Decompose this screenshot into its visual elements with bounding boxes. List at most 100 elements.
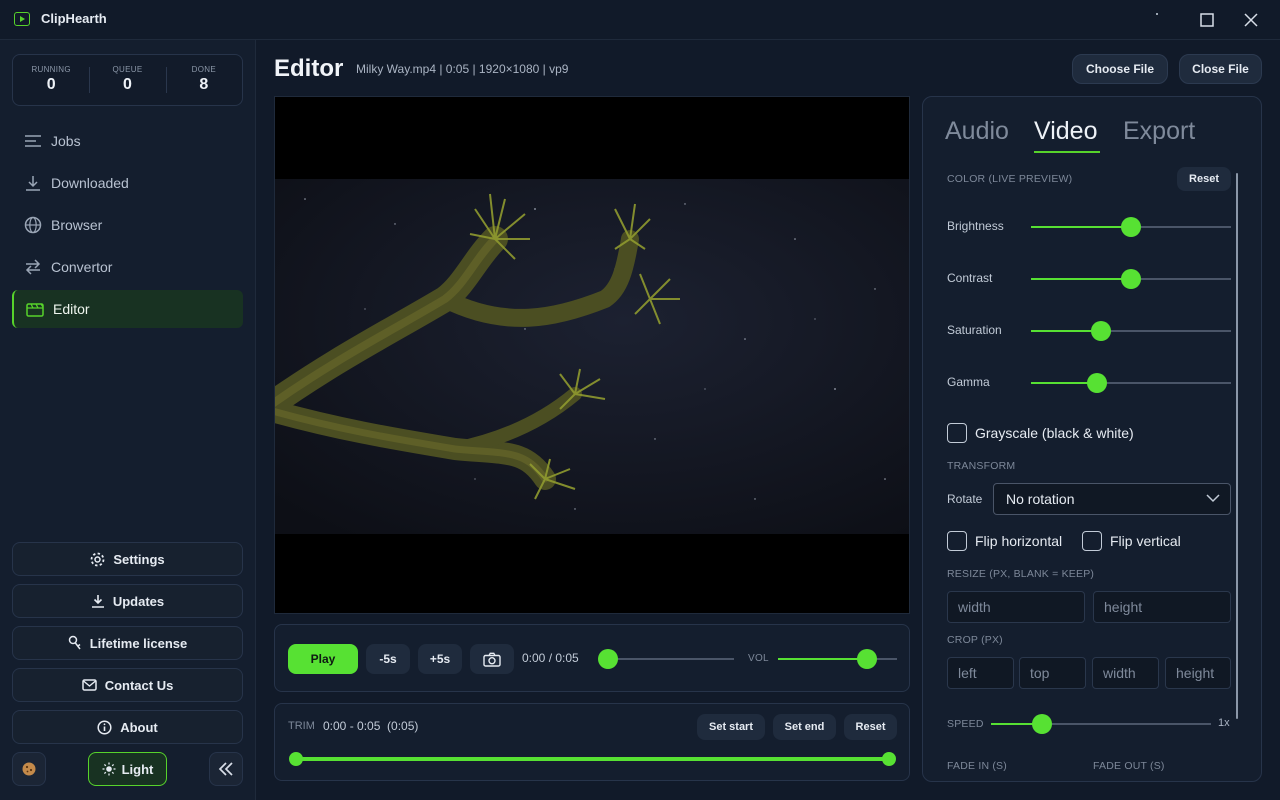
flip-horizontal-checkbox[interactable] (947, 531, 967, 551)
stat-value: 0 (123, 76, 132, 93)
trim-end-handle[interactable] (882, 752, 896, 766)
choose-file-button[interactable]: Choose File (1072, 54, 1168, 84)
license-label: Lifetime license (89, 635, 188, 651)
play-button[interactable]: Play (288, 644, 358, 674)
volume-slider[interactable] (778, 649, 897, 669)
resize-section-title: RESIZE (PX, BLANK = KEEP) (947, 568, 1095, 580)
fade-in-label: FADE IN (S) (947, 760, 1007, 772)
brightness-slider[interactable] (1031, 217, 1231, 237)
lifetime-license-button[interactable]: Lifetime license (12, 626, 243, 660)
snapshot-button[interactable] (470, 644, 514, 674)
tab-audio[interactable]: Audio (945, 117, 1009, 146)
maximize-button[interactable] (1195, 8, 1219, 32)
job-stats: RUNNING 0 QUEUE 0 DONE 8 (12, 54, 243, 106)
about-label: About (120, 719, 158, 735)
theme-toggle-button[interactable]: Light (88, 752, 167, 786)
seek-slider[interactable] (598, 649, 734, 669)
sidebar-nav: Jobs Downloaded Browser Convertor Editor (12, 122, 243, 332)
rotate-select[interactable]: No rotation (993, 483, 1231, 515)
forward-5s-button[interactable]: +5s (418, 644, 462, 674)
grayscale-label: Grayscale (black & white) (975, 425, 1134, 441)
gamma-label: Gamma (947, 375, 990, 389)
tab-export[interactable]: Export (1123, 117, 1195, 146)
crop-top-input[interactable] (1019, 657, 1086, 689)
file-meta: Milky Way.mp4 | 0:05 | 1920×1080 | vp9 (356, 62, 569, 76)
chevron-down-icon (1206, 494, 1220, 503)
video-frame-image (275, 179, 909, 534)
resize-height-input[interactable] (1093, 591, 1231, 623)
brightness-slider-thumb[interactable] (1121, 217, 1141, 237)
trim-reset-button[interactable]: Reset (844, 714, 897, 740)
crop-left-input[interactable] (947, 657, 1014, 689)
app-title: ClipHearth (41, 11, 107, 26)
brightness-slider-fill (1031, 226, 1131, 228)
crop-width-input[interactable] (1092, 657, 1159, 689)
collapse-sidebar-button[interactable] (209, 752, 243, 786)
sidebar-item-jobs[interactable]: Jobs (12, 122, 243, 160)
stat-label: DONE (191, 65, 216, 74)
crop-section-title: CROP (PX) (947, 634, 1003, 646)
sidebar-item-editor[interactable]: Editor (12, 290, 243, 328)
stat-value: 0 (46, 76, 56, 93)
saturation-slider-thumb[interactable] (1091, 321, 1111, 341)
rotate-value: No rotation (1006, 491, 1075, 507)
globe-icon (24, 216, 42, 234)
title-bar: ClipHearth (0, 0, 1280, 40)
about-button[interactable]: About (12, 710, 243, 744)
gamma-slider[interactable] (1031, 373, 1231, 393)
back-5s-button[interactable]: -5s (366, 644, 410, 674)
contrast-slider-thumb[interactable] (1121, 269, 1141, 289)
stat-value: 8 (199, 76, 209, 93)
contrast-slider-fill (1031, 278, 1131, 280)
download-icon (91, 594, 105, 608)
speed-slider-thumb[interactable] (1031, 714, 1052, 734)
sidebar-item-label: Jobs (51, 133, 81, 149)
cookie-button[interactable] (12, 752, 46, 786)
gamma-slider-thumb[interactable] (1087, 373, 1107, 393)
trim-start-handle[interactable] (289, 752, 303, 766)
volume-slider-fill (778, 658, 868, 660)
trim-range: 0:00 - 0:05 (0:05) (323, 719, 419, 733)
sidebar-item-label: Editor (53, 301, 90, 317)
crop-height-input[interactable] (1165, 657, 1231, 689)
speed-slider[interactable] (991, 714, 1211, 734)
saturation-slider[interactable] (1031, 321, 1231, 341)
sidebar-item-browser[interactable]: Browser (12, 206, 243, 244)
resize-width-input[interactable] (947, 591, 1085, 623)
close-window-button[interactable] (1239, 8, 1263, 32)
color-reset-button[interactable]: Reset (1177, 167, 1231, 191)
contact-label: Contact Us (104, 677, 174, 693)
grayscale-checkbox[interactable] (947, 423, 967, 443)
page-title: Editor (274, 55, 344, 82)
stat-done: DONE 8 (165, 55, 242, 105)
close-file-button[interactable]: Close File (1179, 54, 1262, 84)
video-preview[interactable] (274, 96, 910, 614)
list-icon (24, 132, 42, 150)
contrast-slider[interactable] (1031, 269, 1231, 289)
contrast-label: Contrast (947, 271, 993, 285)
playback-controls: Play -5s +5s 0:00 / 0:05 VOL (274, 624, 910, 692)
flip-vertical-checkbox[interactable] (1082, 531, 1102, 551)
speed-value: 1x (1218, 717, 1230, 729)
contact-us-button[interactable]: Contact Us (12, 668, 243, 702)
sidebar-item-downloaded[interactable]: Downloaded (12, 164, 243, 202)
rotate-label: Rotate (947, 492, 983, 506)
video-frame (275, 179, 909, 534)
clapper-icon (26, 300, 44, 318)
volume-slider-thumb[interactable] (857, 649, 878, 669)
transform-section-title: TRANSFORM (947, 460, 1016, 472)
stat-label: RUNNING (31, 65, 71, 74)
sidebar-item-convertor[interactable]: Convertor (12, 248, 243, 286)
set-end-button[interactable]: Set end (773, 714, 836, 740)
stat-label: QUEUE (112, 65, 143, 74)
set-start-button[interactable]: Set start (697, 714, 765, 740)
tab-video[interactable]: Video (1034, 117, 1098, 146)
fade-out-label: FADE OUT (S) (1093, 760, 1165, 772)
settings-button[interactable]: Settings (12, 542, 243, 576)
panel-scrollbar[interactable] (1236, 173, 1238, 719)
updates-button[interactable]: Updates (12, 584, 243, 618)
seek-slider-thumb[interactable] (598, 649, 618, 669)
double-chevron-left-icon (218, 762, 233, 776)
play-window-icon (14, 12, 30, 26)
trim-range-bar[interactable] (289, 752, 896, 766)
